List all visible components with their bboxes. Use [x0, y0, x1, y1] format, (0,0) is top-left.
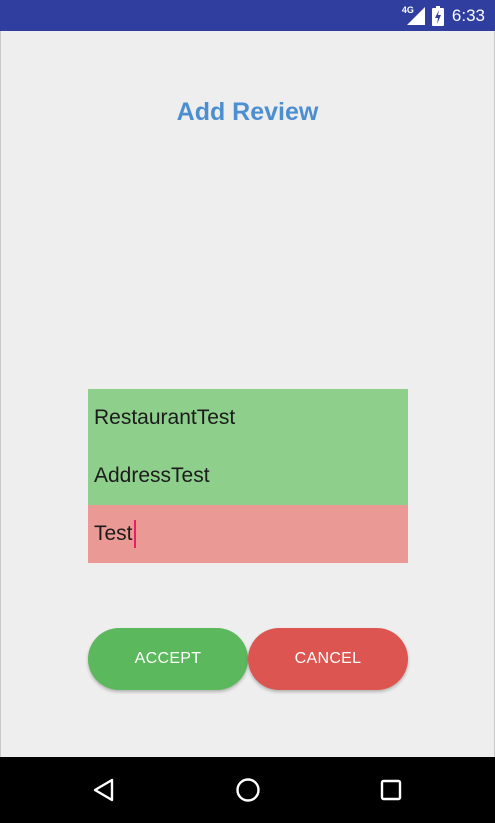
signal-icon: 4G [402, 5, 426, 27]
restaurant-name-value: RestaurantTest [94, 406, 236, 429]
address-value: AddressTest [94, 464, 210, 487]
text-cursor [133, 520, 136, 548]
page-title: Add Review [176, 98, 319, 126]
back-icon[interactable] [87, 773, 121, 807]
battery-charging-icon [431, 5, 444, 26]
address-field[interactable]: AddressTest [88, 447, 408, 505]
home-icon[interactable] [231, 773, 265, 807]
status-bar: 4G 6:33 [0, 0, 495, 31]
status-icons: 4G 6:33 [402, 0, 485, 31]
review-form: RestaurantTest AddressTest Test [88, 389, 408, 563]
navigation-bar [0, 757, 495, 823]
app-screen: 4G 6:33 Add Review RestaurantTest Addres… [0, 0, 495, 823]
restaurant-name-field[interactable]: RestaurantTest [88, 389, 408, 447]
recents-icon[interactable] [374, 773, 408, 807]
status-clock: 6:33 [451, 5, 485, 25]
accept-button[interactable]: ACCEPT [88, 628, 248, 690]
review-text-value: Test [94, 522, 133, 545]
review-text-field[interactable]: Test [88, 505, 408, 563]
left-edge-divider [0, 31, 1, 757]
cancel-button[interactable]: CANCEL [248, 628, 408, 690]
